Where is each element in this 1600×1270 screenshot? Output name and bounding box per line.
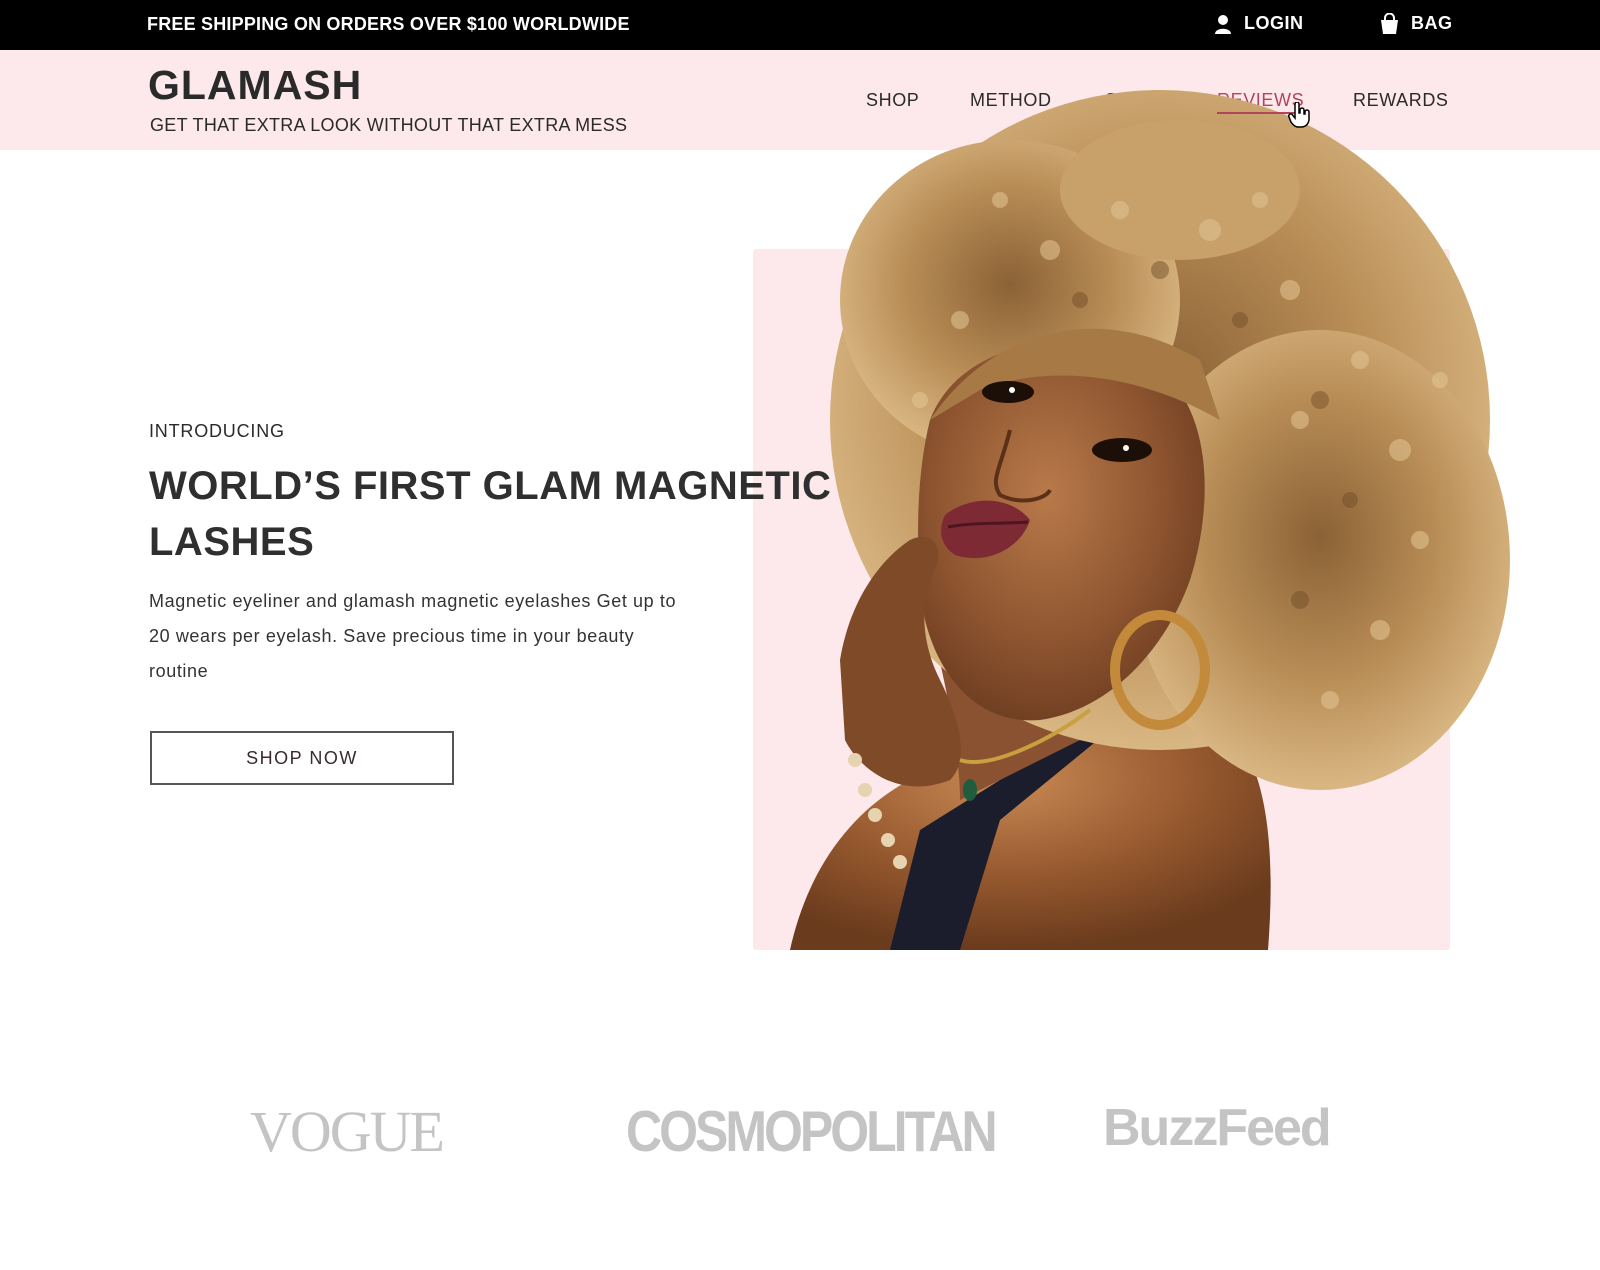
login-link[interactable]: LOGIN	[1214, 13, 1304, 34]
nav-item-story[interactable]: STORY	[1105, 90, 1169, 111]
brand-logo[interactable]: GLAMASH	[148, 62, 362, 109]
nav-item-rewards[interactable]: REWARDS	[1353, 90, 1449, 111]
nav-item-shop[interactable]: SHOP	[866, 90, 919, 111]
shipping-promo-text: FREE SHIPPING ON ORDERS OVER $100 WORLDW…	[147, 14, 630, 34]
bag-link[interactable]: BAG	[1380, 13, 1453, 34]
hero-image-panel	[753, 249, 1450, 950]
hand-pointer-cursor-icon	[1288, 102, 1310, 128]
press-logo-cosmopolitan: COSMOPOLITAN	[626, 1099, 998, 1164]
shop-now-button[interactable]: SHOP NOW	[150, 731, 454, 785]
nav-item-method[interactable]: METHOD	[970, 90, 1052, 111]
shopping-bag-icon	[1380, 13, 1399, 34]
hero-headline: WORLD’S FIRST GLAM MAGNETIC LASHES	[149, 464, 832, 564]
user-icon	[1214, 14, 1232, 34]
press-logo-vogue: VOGUE	[250, 1099, 445, 1164]
announcement-bar: FREE SHIPPING ON ORDERS OVER $100 WORLDW…	[0, 0, 1600, 50]
login-label: LOGIN	[1244, 13, 1304, 33]
hero-eyebrow: INTRODUCING	[149, 421, 285, 441]
brand-tagline: GET THAT EXTRA LOOK WITHOUT THAT EXTRA M…	[150, 115, 628, 135]
hero-description: Magnetic eyeliner and glamash magnetic e…	[149, 591, 677, 681]
press-logo-buzzfeed: BuzzFeed	[1103, 1099, 1332, 1157]
bag-label: BAG	[1411, 13, 1453, 33]
